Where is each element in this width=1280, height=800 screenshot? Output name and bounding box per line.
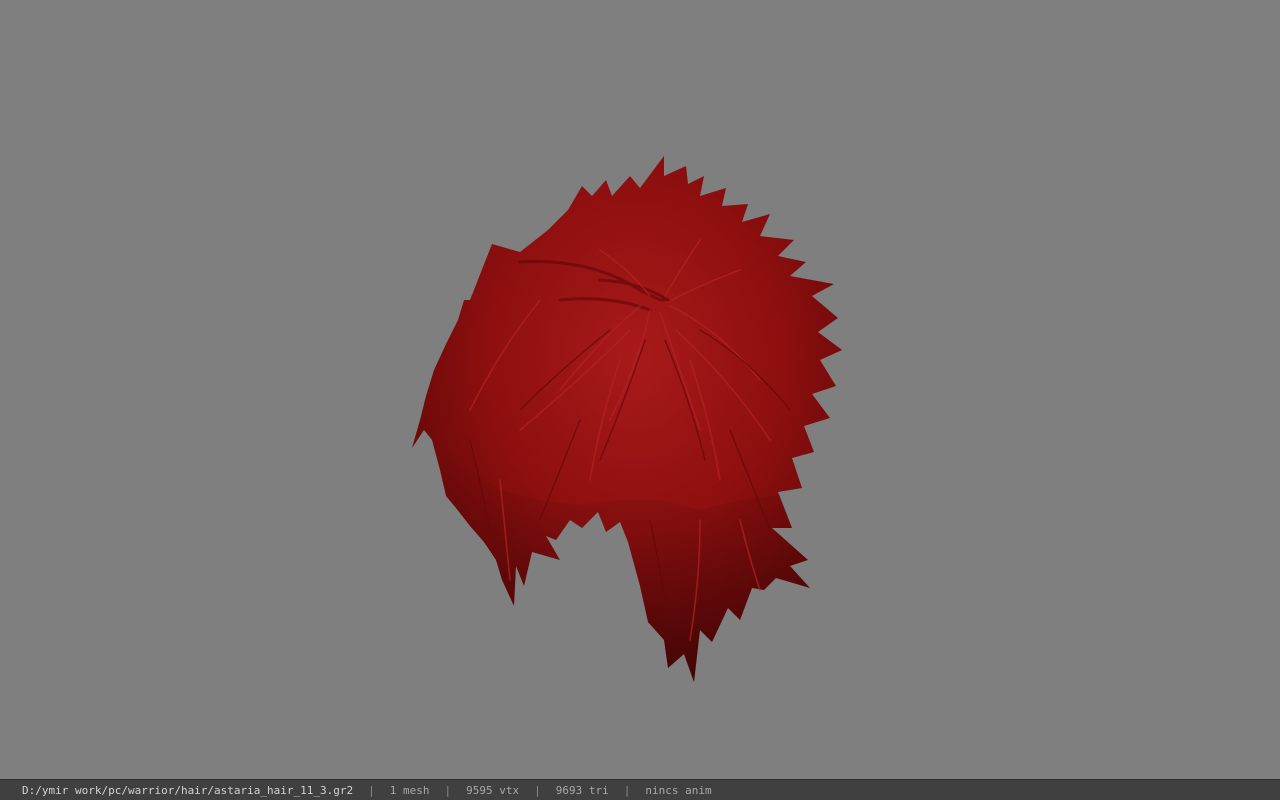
separator: | [368, 783, 375, 797]
3d-viewport[interactable] [0, 0, 1280, 779]
vertex-count: 9595 vtx [466, 783, 520, 797]
anim-status: nincs anim [645, 783, 712, 797]
separator: | [444, 783, 452, 797]
triangle-count: 9693 tri [555, 783, 609, 797]
file-path: D:/ymir work/pc/warrior/hair/astaria_hai… [22, 783, 354, 797]
hair-model[interactable] [412, 156, 842, 682]
status-bar: D:/ymir work/pc/warrior/hair/astaria_hai… [0, 779, 1280, 800]
mesh-count: 1 mesh [389, 783, 430, 797]
hair-silhouette [412, 156, 842, 682]
model-render [412, 156, 842, 682]
separator: | [623, 783, 631, 797]
separator: | [534, 783, 541, 797]
